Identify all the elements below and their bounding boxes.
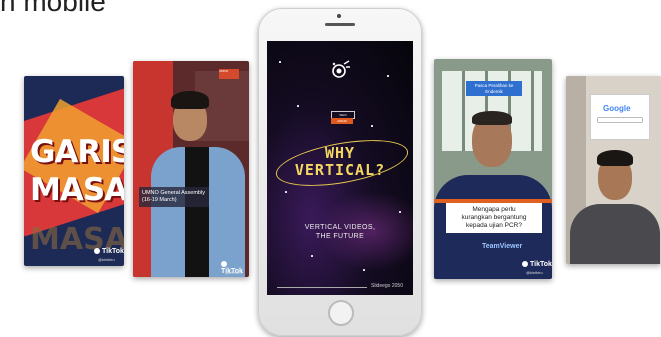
question-caption: Mengapa perlu kurangkan bergantung kepad… <box>446 203 542 233</box>
wall-sign: UMNO <box>219 69 239 79</box>
topic-label-line-1: Pasca Peralihan ke <box>474 83 514 88</box>
star <box>363 269 365 271</box>
video-card-google[interactable]: Google <box>566 76 661 264</box>
presenter-hair <box>171 91 209 109</box>
video-card-umno[interactable]: UMNO UMNO General Assembly (16-19 March)… <box>133 61 249 277</box>
video-caption: UMNO General Assembly (16-19 March) <box>139 187 209 207</box>
star <box>311 255 313 257</box>
question-line-1: Mengapa perlu <box>472 206 516 213</box>
star <box>279 61 281 63</box>
title-line-1: GARIS <box>30 134 124 170</box>
star <box>297 105 299 107</box>
credit-text: Slideego 2050 <box>371 283 403 289</box>
tiktok-watermark: TikTok <box>94 248 124 255</box>
phone-screen[interactable]: WHO AWANI WHY VERTICAL? VERTICAL VIDEOS,… <box>267 41 413 295</box>
page-heading: n mobile <box>0 0 106 17</box>
question-line-3: kepada ujian PCR? <box>465 222 522 229</box>
jersey-sponsor: TeamViewer <box>482 243 523 250</box>
progress-line <box>277 287 367 288</box>
tiktok-watermark: TikTok <box>522 261 552 268</box>
tiktok-handle: @kinibiru <box>98 257 115 262</box>
caption-line-1: UMNO General Assembly <box>142 190 205 196</box>
search-bar <box>597 117 643 123</box>
title-line-2: MASA <box>30 172 124 208</box>
topic-label-line-2: Endemik <box>485 88 503 94</box>
video-card-garis-masa[interactable]: GARIS MASA MASA TikTok @kinibiru <box>24 76 124 266</box>
browser-window: Google <box>590 94 650 140</box>
google-logo: Google <box>603 104 631 113</box>
star <box>387 75 389 77</box>
presenter-hair <box>597 150 633 166</box>
headline-line-2: VERTICAL? <box>294 161 386 179</box>
video-card-pcr[interactable]: Pasca Peralihan ke Endemik Mengapa perlu… <box>434 59 552 279</box>
presenter-shirt <box>570 204 660 264</box>
front-camera <box>337 14 341 18</box>
star <box>371 125 373 127</box>
star <box>399 211 401 213</box>
star <box>285 191 287 193</box>
tiktok-handle: @kinibiru <box>225 270 242 275</box>
phone-mockup: WHO AWANI WHY VERTICAL? VERTICAL VIDEOS,… <box>258 8 422 336</box>
home-button[interactable] <box>328 300 354 326</box>
presenter-hair <box>472 111 512 125</box>
question-line-2: kurangkan bergantung <box>461 214 527 221</box>
tag-awani: AWANI <box>331 118 353 124</box>
presenter-shirt <box>185 147 209 277</box>
tiktok-handle: @kinibiru <box>526 270 543 275</box>
tiktok-icon <box>221 261 227 268</box>
subtitle-line-1: VERTICAL VIDEOS, <box>304 224 376 231</box>
headline-line-1: WHY <box>324 144 356 162</box>
subtitle-line-2: THE FUTURE <box>315 233 365 240</box>
astronaut-logo-icon <box>332 60 350 78</box>
phone-speaker <box>325 23 355 26</box>
topic-label: Pasca Peralihan ke Endemik <box>466 81 522 96</box>
caption-line-2: (16-19 March) <box>142 197 177 203</box>
tiktok-icon <box>522 261 528 268</box>
tiktok-icon <box>94 248 100 255</box>
